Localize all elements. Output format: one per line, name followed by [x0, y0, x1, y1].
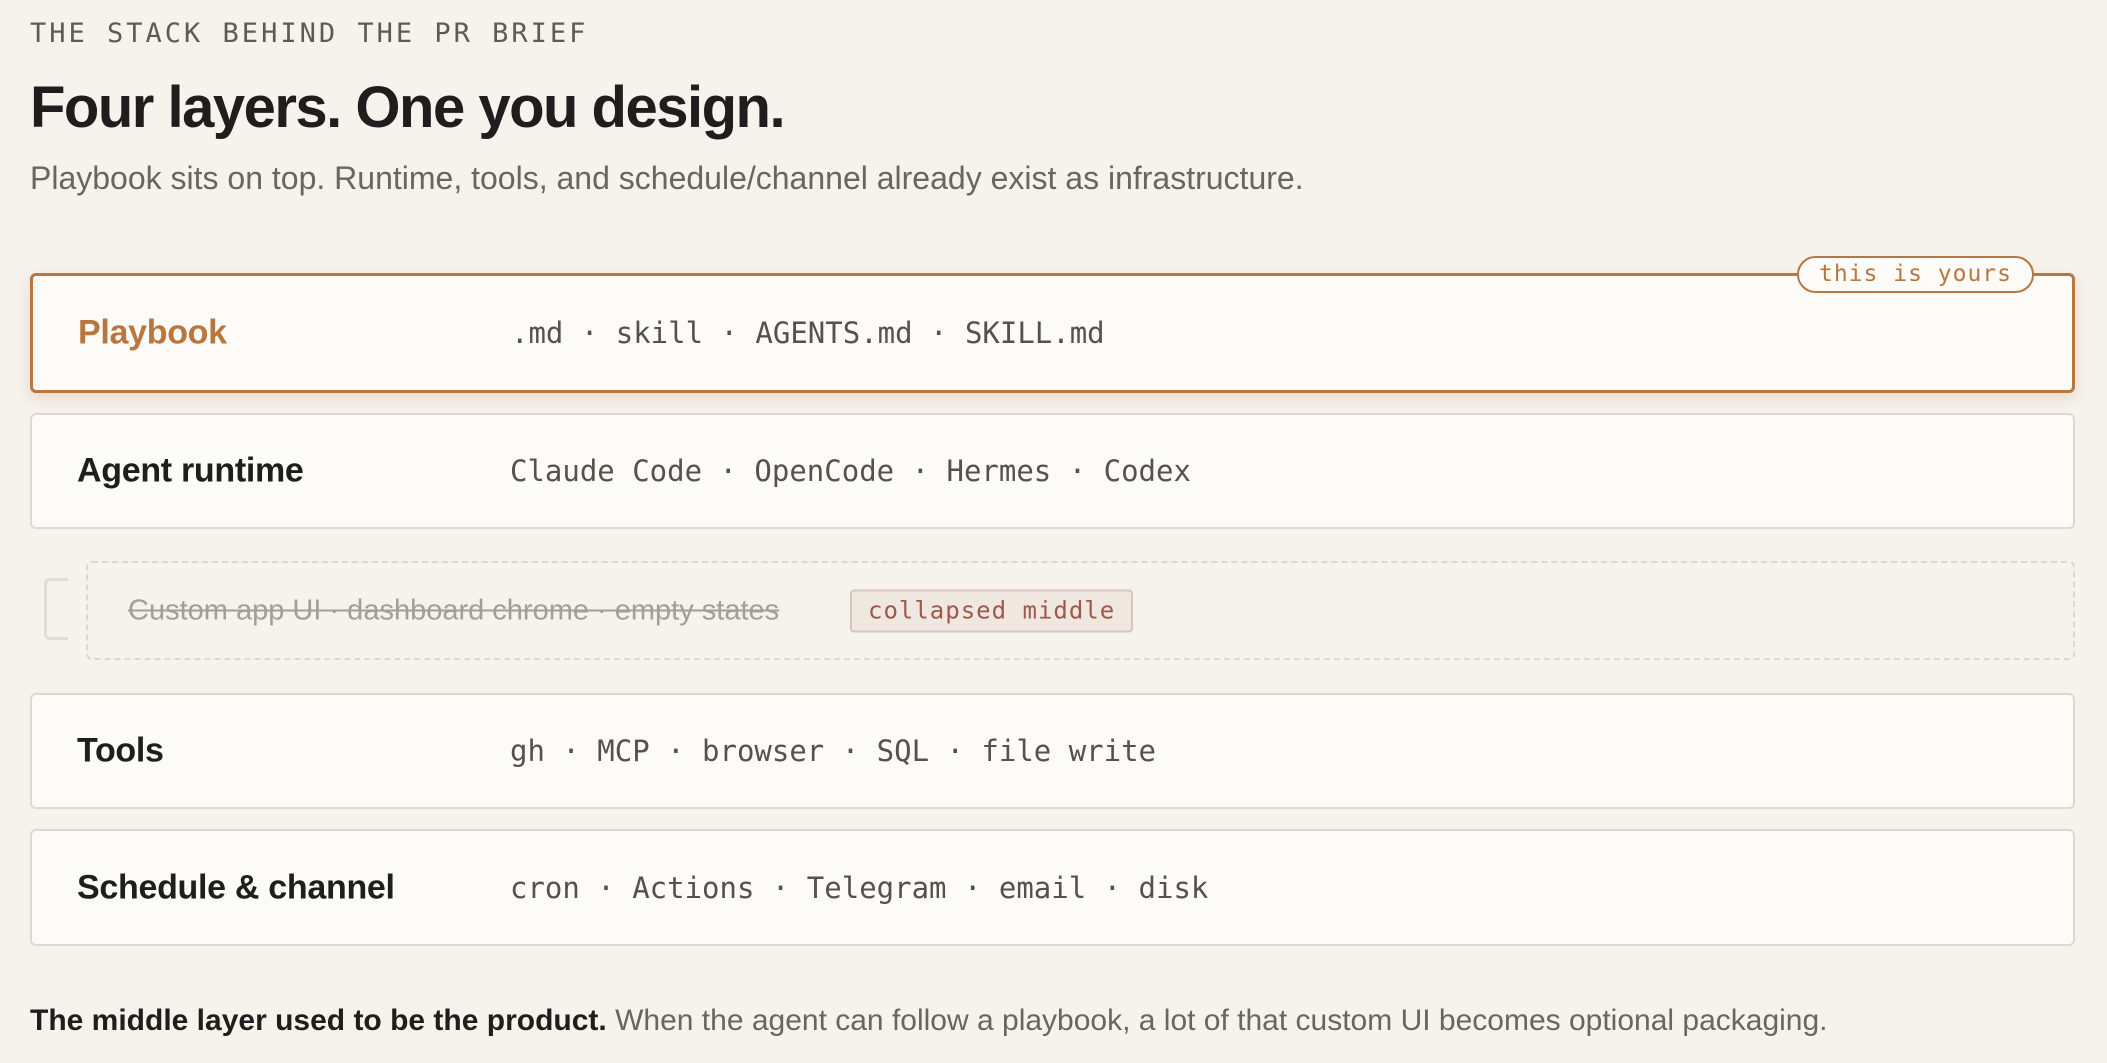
layer-items: gh · MCP · browser · SQL · file write	[510, 734, 1157, 768]
layer-items: Claude Code · OpenCode · Hermes · Codex	[510, 454, 1191, 488]
layer-agent-runtime: Agent runtime Claude Code · OpenCode · H…	[30, 413, 2075, 529]
footer-note: The middle layer used to be the product.…	[30, 1004, 1828, 1038]
layer-items: .md · skill · AGENTS.md · SKILL.md	[511, 316, 1105, 350]
layer-schedule-channel: Schedule & channel cron · Actions · Tele…	[30, 829, 2075, 946]
footer-bold: The middle layer used to be the product.	[30, 1004, 607, 1037]
page-subtitle: Playbook sits on top. Runtime, tools, an…	[30, 160, 1304, 196]
layer-name: Agent runtime	[77, 451, 304, 490]
eyebrow: THE STACK BEHIND THE PR BRIEF	[30, 18, 589, 49]
collapsed-layer-text: Custom app UI · dashboard chrome · empty…	[128, 594, 780, 626]
this-is-yours-badge: this is yours	[1796, 256, 2034, 293]
layer-items: cron · Actions · Telegram · email · disk	[510, 870, 1209, 905]
page-title: Four layers. One you design.	[30, 75, 786, 140]
collapsed-bracket	[44, 578, 68, 640]
footer-rest: When the agent can follow a playbook, a …	[606, 1004, 1828, 1037]
layer-name: Tools	[77, 731, 164, 770]
layer-name: Playbook	[78, 313, 227, 352]
layer-playbook: this is yours Playbook .md · skill · AGE…	[30, 256, 2075, 393]
collapsed-middle-layer: Custom app UI · dashboard chrome · empty…	[86, 561, 2075, 660]
layer-tools: Tools gh · MCP · browser · SQL · file wr…	[30, 693, 2075, 809]
layer-name: Schedule & channel	[77, 868, 395, 906]
collapsed-middle-badge: collapsed middle	[850, 589, 1134, 632]
